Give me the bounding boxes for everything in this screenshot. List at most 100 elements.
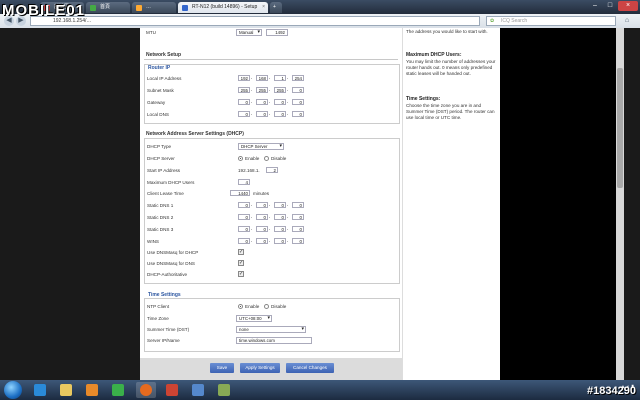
browser-tab[interactable]: …: [132, 2, 176, 13]
dns1-octet-1[interactable]: 0: [238, 202, 250, 208]
local-dns-octet-1[interactable]: 0: [238, 111, 250, 117]
help-intro-text: The address you would like to start with…: [406, 29, 488, 34]
maximize-icon[interactable]: □: [603, 1, 617, 11]
dhcp-authoritative-label: DHCP-Authoritative: [147, 272, 188, 277]
max-users-input[interactable]: 4: [238, 179, 250, 185]
ip-dot: .: [269, 75, 271, 81]
dhcp-type-select[interactable]: DHCP Server: [238, 143, 284, 150]
wins-octet-1[interactable]: 0: [238, 238, 250, 244]
ip-dot: .: [251, 111, 253, 117]
local-dns-octet-3[interactable]: 0: [274, 111, 286, 117]
dns1-octet-2[interactable]: 0: [256, 202, 268, 208]
dns3-octet-3[interactable]: 0: [274, 226, 286, 232]
wins-octet-4[interactable]: 0: [292, 238, 304, 244]
taskbar-ie-icon[interactable]: [30, 382, 50, 398]
dns3-octet-2[interactable]: 0: [256, 226, 268, 232]
wins-octet-2[interactable]: 0: [256, 238, 268, 244]
help-max-users-text: You may limit the number of addresses yo…: [406, 59, 496, 76]
start-button-icon[interactable]: [4, 381, 22, 399]
local-ip-label: Local IP Address: [147, 76, 182, 81]
save-button[interactable]: Save: [210, 363, 234, 373]
dns2-octet-3[interactable]: 0: [274, 214, 286, 220]
taskbar-explorer-icon[interactable]: [56, 382, 76, 398]
gateway-octet-2[interactable]: 0: [256, 99, 268, 105]
start-ip-label: Start IP Address: [147, 168, 181, 173]
dnsmasq-dhcp-checkbox[interactable]: ✓: [238, 249, 244, 255]
apply-settings-button[interactable]: Apply Settings: [240, 363, 280, 373]
ntp-disable-radio[interactable]: [264, 304, 269, 309]
ip-dot: .: [269, 111, 271, 117]
favicon-icon: [182, 5, 188, 11]
start-ip-last-octet[interactable]: 2: [266, 167, 278, 173]
dnsmasq-dhcp-label: Use DNSMasq for DHCP: [147, 250, 199, 255]
subnet-octet-3[interactable]: 255: [274, 87, 286, 93]
ntp-enable-radio[interactable]: [238, 304, 243, 309]
ip-dot: .: [287, 87, 289, 93]
browser-tab-active[interactable]: RT-N12 (build 14896) - Setup ×: [178, 2, 268, 13]
gateway-octet-4[interactable]: 0: [292, 99, 304, 105]
local-ip-octet-2[interactable]: 168: [256, 75, 268, 81]
subnet-octet-2[interactable]: 255: [256, 87, 268, 93]
lease-time-label: Client Lease Time: [147, 191, 184, 196]
taskbar-app-icon[interactable]: [162, 382, 182, 398]
dst-select[interactable]: none: [236, 326, 306, 333]
gateway-octet-3[interactable]: 0: [274, 99, 286, 105]
dnsmasq-dns-checkbox[interactable]: ✓: [238, 260, 244, 266]
site-logo: MOBILE01: [2, 2, 86, 19]
local-dns-octet-2[interactable]: 0: [256, 111, 268, 117]
wins-octet-3[interactable]: 0: [274, 238, 286, 244]
new-tab-button[interactable]: +: [270, 2, 282, 13]
taskbar-app-icon[interactable]: [214, 382, 234, 398]
ntp-server-label: Server IP/Name: [147, 338, 180, 343]
dnsmasq-dns-label: Use DNSMasq for DNS: [147, 261, 195, 266]
ntp-disable-label: Disable: [271, 304, 287, 309]
page-scrollbar[interactable]: [616, 28, 624, 380]
local-ip-octet-3[interactable]: 1: [274, 75, 286, 81]
ip-dot: .: [287, 238, 289, 244]
time-zone-select[interactable]: UTC+08:00: [236, 315, 272, 322]
local-dns-octet-4[interactable]: 0: [292, 111, 304, 117]
dhcp-authoritative-checkbox[interactable]: ✓: [238, 271, 244, 277]
dns1-octet-3[interactable]: 0: [274, 202, 286, 208]
scrollbar-thumb[interactable]: [617, 68, 623, 188]
page-viewport: MTU Manual 1492 Network Setup Router IP …: [0, 28, 640, 380]
dns3-octet-1[interactable]: 0: [238, 226, 250, 232]
home-icon[interactable]: ⌂: [622, 16, 632, 26]
dhcp-disable-radio[interactable]: [264, 156, 269, 161]
dns2-octet-1[interactable]: 0: [238, 214, 250, 220]
network-setup-title: Network Setup: [146, 52, 182, 58]
ip-dot: .: [269, 99, 271, 105]
dns3-octet-4[interactable]: 0: [292, 226, 304, 232]
taskbar-app-icon[interactable]: [188, 382, 208, 398]
dhcp-server-label: DHCP Server: [147, 156, 175, 161]
dhcp-enable-label: Enable: [245, 156, 260, 161]
taskbar-firefox-icon[interactable]: [136, 382, 156, 398]
close-icon[interactable]: ×: [618, 1, 638, 11]
ntp-client-label: NTP Client: [147, 304, 170, 309]
gateway-octet-1[interactable]: 0: [238, 99, 250, 105]
max-users-label: Maximum DHCP Users: [147, 180, 195, 185]
local-ip-octet-4[interactable]: 254: [292, 75, 304, 81]
search-input[interactable]: ✿ ICQ Search: [486, 16, 616, 26]
tab-close-icon[interactable]: ×: [262, 2, 265, 13]
dns1-octet-4[interactable]: 0: [292, 202, 304, 208]
mtu-input[interactable]: 1492: [266, 29, 288, 36]
local-ip-octet-1[interactable]: 192: [238, 75, 250, 81]
dhcp-enable-radio[interactable]: [238, 156, 243, 161]
divider: [144, 59, 398, 60]
mtu-mode-select[interactable]: Manual: [236, 29, 262, 36]
start-ip-prefix: 192.168.1.: [238, 168, 260, 173]
taskbar-app-icon[interactable]: [108, 382, 128, 398]
cancel-changes-button[interactable]: Cancel Changes: [286, 363, 334, 373]
local-dns-label: Local DNS: [147, 112, 169, 117]
minimize-icon[interactable]: ‒: [588, 1, 602, 11]
lease-time-input[interactable]: 1440: [230, 190, 250, 196]
taskbar-media-icon[interactable]: [82, 382, 102, 398]
help-time-text: Choose the time zone you are in and Summ…: [406, 103, 495, 120]
dns2-octet-4[interactable]: 0: [292, 214, 304, 220]
subnet-octet-1[interactable]: 255: [238, 87, 250, 93]
dns2-octet-2[interactable]: 0: [256, 214, 268, 220]
subnet-mask-label: Subnet Mask: [147, 88, 174, 93]
subnet-octet-4[interactable]: 0: [292, 87, 304, 93]
ntp-server-input[interactable]: time.windows.com: [236, 337, 312, 344]
